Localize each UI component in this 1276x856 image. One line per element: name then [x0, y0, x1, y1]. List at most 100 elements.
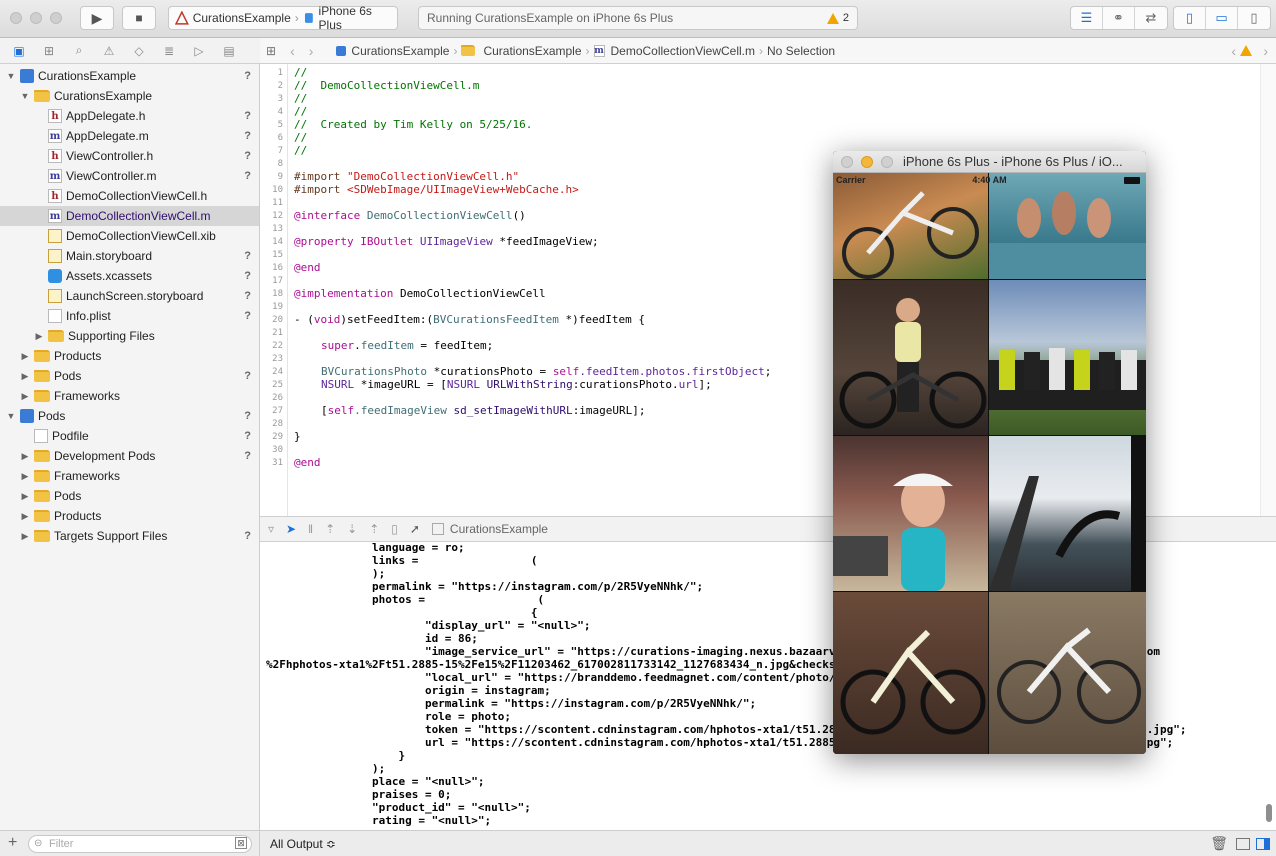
nav-item[interactable]: ▶ Products — [0, 346, 259, 366]
disclosure-closed-icon[interactable]: ▶ — [20, 391, 30, 402]
output-filter-select[interactable]: All Output ≎ — [270, 837, 336, 851]
nav-item[interactable]: Main.storyboard? — [0, 246, 259, 266]
nav-item[interactable]: ▶ Pods? — [0, 366, 259, 386]
hide-debug-area-icon[interactable]: ▿ — [268, 522, 274, 536]
line-number[interactable]: 10 — [272, 185, 283, 195]
line-number[interactable]: 12 — [272, 211, 283, 221]
find-navigator-icon[interactable]: ⌕ — [70, 43, 88, 58]
line-number[interactable]: 13 — [272, 224, 283, 234]
disclosure-closed-icon[interactable]: ▶ — [34, 331, 44, 342]
line-number[interactable]: 16 — [272, 263, 283, 273]
nav-item[interactable]: h AppDelegate.h? — [0, 106, 259, 126]
nav-item[interactable]: ▶ Frameworks — [0, 466, 259, 486]
step-out-icon[interactable]: ⇡ — [369, 522, 379, 536]
nav-item[interactable]: Info.plist? — [0, 306, 259, 326]
location-icon[interactable]: ➚ — [410, 522, 420, 536]
photo-tile[interactable] — [989, 173, 1146, 279]
project-navigator-icon[interactable]: ▣ — [10, 44, 28, 58]
line-number[interactable]: 15 — [272, 250, 283, 260]
disclosure-closed-icon[interactable]: ▶ — [20, 351, 30, 362]
line-number[interactable]: 18 — [272, 289, 283, 299]
simulator-titlebar[interactable]: iPhone 6s Plus - iPhone 6s Plus / iO... — [833, 151, 1146, 173]
nav-item[interactable]: Podfile? — [0, 426, 259, 446]
view-debugger-icon[interactable]: ▯ — [391, 522, 398, 536]
breadcrumb-symbol[interactable]: No Selection — [767, 44, 835, 58]
line-number[interactable]: 2 — [278, 81, 283, 91]
line-number[interactable]: 1 — [278, 68, 283, 78]
version-editor-icon[interactable]: ⇄ — [1135, 7, 1167, 29]
nav-item[interactable]: LaunchScreen.storyboard? — [0, 286, 259, 306]
assistant-editor-icon[interactable]: ⚭ — [1103, 7, 1135, 29]
photo-tile[interactable] — [833, 280, 988, 435]
line-number[interactable]: 27 — [272, 406, 283, 416]
line-number[interactable]: 9 — [278, 172, 283, 182]
nav-item[interactable]: ▶ Targets Support Files? — [0, 526, 259, 546]
pause-icon[interactable]: ‖ — [308, 522, 313, 536]
breadcrumb-file[interactable]: DemoCollectionViewCell.m — [611, 44, 756, 58]
line-number[interactable]: 6 — [278, 133, 283, 143]
line-number[interactable]: 30 — [272, 445, 283, 455]
line-number[interactable]: 26 — [272, 393, 283, 403]
disclosure-closed-icon[interactable]: ▶ — [20, 471, 30, 482]
run-button[interactable]: ▶ — [80, 6, 114, 30]
sim-minimize-button[interactable] — [861, 156, 873, 168]
step-over-icon[interactable]: ⇡ — [325, 522, 335, 536]
report-navigator-icon[interactable]: ▤ — [220, 44, 238, 58]
close-window-button[interactable] — [10, 12, 22, 24]
console-view-toggle-icon[interactable] — [1256, 837, 1270, 850]
breadcrumb-project[interactable]: CurationsExample — [351, 44, 449, 58]
stop-button[interactable]: ■ — [122, 6, 156, 30]
trash-icon[interactable]: 🗑 — [1210, 835, 1228, 852]
photo-tile[interactable] — [989, 592, 1146, 754]
line-number[interactable]: 8 — [278, 159, 283, 169]
nav-item[interactable]: ▶ Supporting Files — [0, 326, 259, 346]
breadcrumb-group[interactable]: CurationsExample — [483, 44, 581, 58]
photo-tile[interactable] — [989, 436, 1131, 591]
nav-item[interactable]: m ViewController.m? — [0, 166, 259, 186]
disclosure-open-icon[interactable]: ▼ — [6, 411, 16, 421]
simulator-screen[interactable]: Carrier 4:40 AM — [833, 173, 1146, 754]
nav-item[interactable]: ▼ CurationsExample? — [0, 66, 259, 86]
breakpoint-navigator-icon[interactable]: ▷ — [190, 44, 208, 58]
editor-scrollbar[interactable] — [1260, 64, 1276, 516]
line-number[interactable]: 31 — [272, 458, 283, 468]
nav-item[interactable]: ▶ Development Pods? — [0, 446, 259, 466]
issue-warning-icon[interactable] — [1240, 45, 1252, 56]
nav-item[interactable]: ▶ Products — [0, 506, 259, 526]
line-number[interactable]: 19 — [272, 302, 283, 312]
step-into-icon[interactable]: ⇣ — [347, 522, 357, 536]
line-number[interactable]: 24 — [272, 367, 283, 377]
nav-item[interactable]: DemoCollectionViewCell.xib — [0, 226, 259, 246]
nav-item[interactable]: Assets.xcassets? — [0, 266, 259, 286]
line-number[interactable]: 3 — [278, 94, 283, 104]
line-number[interactable]: 28 — [272, 419, 283, 429]
next-issue-icon[interactable]: › — [1263, 43, 1268, 59]
back-arrow-icon[interactable]: ‹ — [290, 43, 295, 59]
line-number[interactable]: 20 — [272, 315, 283, 325]
sim-zoom-button[interactable] — [881, 156, 893, 168]
forward-arrow-icon[interactable]: › — [309, 43, 314, 59]
line-number[interactable]: 14 — [272, 237, 283, 247]
nav-item[interactable]: h ViewController.h? — [0, 146, 259, 166]
related-items-icon[interactable]: ⊞ — [266, 44, 276, 58]
photo-tile[interactable] — [833, 592, 988, 754]
minimize-window-button[interactable] — [30, 12, 42, 24]
line-number[interactable]: 11 — [272, 198, 283, 208]
issue-navigator-icon[interactable]: ⚠ — [100, 44, 118, 58]
disclosure-closed-icon[interactable]: ▶ — [20, 491, 30, 502]
zoom-window-button[interactable] — [50, 12, 62, 24]
test-navigator-icon[interactable]: ◇ — [130, 44, 148, 58]
line-number-gutter[interactable]: 1 2 3 4 5 6 7 8 9 10 11 12 13 14 15 16 17 18 19 20 21 22 23 24 2… — [260, 64, 288, 516]
line-number[interactable]: 7 — [278, 146, 283, 156]
line-number[interactable]: 4 — [278, 107, 283, 117]
line-number[interactable]: 21 — [272, 328, 283, 338]
nav-item[interactable]: m DemoCollectionViewCell.m — [0, 206, 259, 226]
nav-item[interactable]: m AppDelegate.m? — [0, 126, 259, 146]
line-number[interactable]: 5 — [278, 120, 283, 130]
utilities-toggle-icon[interactable]: ▯ — [1238, 7, 1270, 29]
debug-navigator-icon[interactable]: ≣ — [160, 44, 178, 58]
line-number[interactable]: 29 — [272, 432, 283, 442]
disclosure-closed-icon[interactable]: ▶ — [20, 371, 30, 382]
nav-item[interactable]: ▼ CurationsExample — [0, 86, 259, 106]
line-number[interactable]: 22 — [272, 341, 283, 351]
